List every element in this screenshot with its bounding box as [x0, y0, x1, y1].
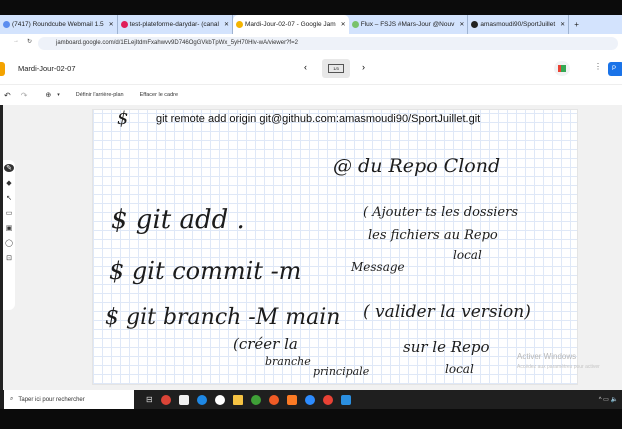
- reload-icon[interactable]: ↻: [27, 38, 32, 45]
- frame-indicator: 1/3: [328, 64, 344, 73]
- hw-git-commit: $ git commit -m: [109, 257, 302, 285]
- close-icon[interactable]: ✕: [341, 21, 346, 28]
- canvas-area: ✎ ◆ ↖ ▭ ▣ ◯ ⊡ $ git remote add origin gi…: [3, 105, 622, 390]
- roundcube-icon: [3, 21, 10, 28]
- eraser-icon[interactable]: ◆: [6, 179, 11, 187]
- system-tray-icons[interactable]: ^ ▭ 🔈: [599, 396, 618, 403]
- undo-icon[interactable]: ↶: [4, 91, 11, 100]
- slack-icon: [120, 21, 128, 28]
- text-box-icon[interactable]: ⊡: [6, 254, 12, 262]
- activate-windows-subtitle: Accédez aux paramètres pour activer: [517, 364, 600, 370]
- hw-remote-note: @ du Repo Clond: [333, 155, 501, 177]
- hw-git-branch: $ git branch -M main: [105, 305, 341, 330]
- file-explorer-icon[interactable]: [232, 394, 243, 405]
- new-tab-button[interactable]: +: [574, 20, 579, 29]
- tab-roundcube[interactable]: (7417) Roundcube Webmail 1.5 ✕: [0, 15, 118, 34]
- shape-icon[interactable]: ◯: [5, 239, 13, 247]
- hw-git-add: $ git add .: [111, 205, 245, 235]
- previous-frame-button[interactable]: ‹: [304, 62, 307, 72]
- windows-taskbar: ⌕ Taper ici pour rechercher ⊟ ^ ▭ 🔈: [0, 390, 622, 409]
- select-icon[interactable]: ↖: [6, 194, 12, 202]
- hw-add-note-3: local: [453, 248, 482, 262]
- hw-add-note-1: ( Ajouter ts les dossiers: [363, 205, 518, 220]
- set-background-button[interactable]: Définir l'arrière-plan: [76, 92, 124, 98]
- hw-branch-note-4: sur le Repo: [403, 338, 490, 356]
- document-title[interactable]: Mardi-Jour-02-07: [18, 64, 76, 73]
- jamboard-icon: [235, 21, 243, 28]
- task-view-icon[interactable]: ⊟: [146, 395, 153, 404]
- activate-windows-title: Activer Windows: [517, 352, 577, 361]
- close-icon[interactable]: ✕: [109, 21, 114, 28]
- vscode-icon[interactable]: [340, 394, 351, 405]
- meet-button[interactable]: [554, 61, 570, 76]
- xampp-icon[interactable]: [286, 394, 297, 405]
- hw-validate-note: ( valider la version): [363, 302, 531, 322]
- postman-icon[interactable]: [268, 394, 279, 405]
- close-icon[interactable]: ✕: [459, 21, 464, 28]
- tab-jamboard[interactable]: Mardi-Jour-02-07 - Google Jam ✕: [232, 15, 349, 34]
- tab-strip: (7417) Roundcube Webmail 1.5 ✕ test-plate…: [0, 15, 622, 34]
- screen-top: [0, 0, 622, 15]
- search-icon: ⌕: [10, 396, 14, 402]
- hw-branch-note-1: (créer la: [233, 335, 298, 353]
- hw-message: Message: [351, 260, 405, 274]
- more-options-icon[interactable]: ⋮: [594, 62, 602, 71]
- sticky-note-icon[interactable]: ▭: [6, 209, 13, 217]
- chevron-down-icon[interactable]: ▾: [57, 92, 60, 98]
- github-icon: [471, 21, 479, 28]
- hw-dollar: $: [117, 108, 129, 129]
- share-button[interactable]: P: [608, 62, 622, 76]
- edge-icon[interactable]: [196, 394, 207, 405]
- toolbar: ↶ ↷ ⊕ ▾ Définir l'arrière-plan Effacer l…: [0, 85, 622, 105]
- frame-selector-button[interactable]: 1/3: [322, 59, 350, 78]
- next-frame-button[interactable]: ›: [362, 62, 365, 72]
- hw-branch-note-2: branche: [265, 355, 311, 368]
- close-icon[interactable]: ✕: [560, 21, 565, 28]
- zoom-app-icon[interactable]: [304, 394, 315, 405]
- chrome-icon[interactable]: [160, 394, 171, 405]
- url-input[interactable]: jamboard.google.com/d/1ELejItdmFxahwvv9D…: [38, 37, 618, 50]
- app-header: Mardi-Jour-02-07 ‹ 1/3 › ⋮ P: [0, 53, 622, 85]
- redo-icon[interactable]: ↷: [21, 91, 28, 100]
- store-icon[interactable]: [178, 394, 189, 405]
- mongodb-compass-icon[interactable]: [250, 394, 261, 405]
- wamp-icon[interactable]: [214, 394, 225, 405]
- image-icon[interactable]: ▣: [6, 224, 13, 232]
- tab-github[interactable]: amasmoudi90/SportJuillet ✕: [468, 15, 570, 34]
- address-bar-row: → ↻ jamboard.google.com/d/1ELejItdmFxahw…: [0, 34, 622, 53]
- clear-frame-button[interactable]: Effacer le cadre: [140, 92, 178, 98]
- close-icon[interactable]: ✕: [224, 21, 229, 28]
- jamboard-logo: [0, 62, 5, 76]
- typed-command: git remote add origin git@github.com:ama…: [156, 113, 481, 125]
- hw-branch-note-3: principale: [313, 365, 370, 378]
- taskbar-search[interactable]: ⌕ Taper ici pour rechercher: [4, 390, 134, 409]
- pen-icon[interactable]: ✎: [4, 164, 14, 172]
- whiteboard-frame[interactable]: $ git remote add origin git@github.com:a…: [92, 108, 578, 385]
- tab-slack[interactable]: test-plateforme-darydar- (canal ✕: [118, 15, 233, 34]
- meet-icon: [558, 65, 566, 72]
- drawing-tools: ✎ ◆ ↖ ▭ ▣ ◯ ⊡: [3, 160, 15, 310]
- zoom-icon[interactable]: ⊕: [45, 91, 51, 99]
- tab-flux[interactable]: Flux – FSJS #Mars-Jour @Nouv ✕: [349, 15, 469, 34]
- hw-add-note-2: les fichiers au Repo: [368, 228, 498, 243]
- chrome-profile-icon[interactable]: [322, 394, 333, 405]
- hw-branch-note-5: local: [445, 362, 474, 376]
- flux-icon: [351, 21, 359, 28]
- forward-icon[interactable]: →: [13, 38, 19, 44]
